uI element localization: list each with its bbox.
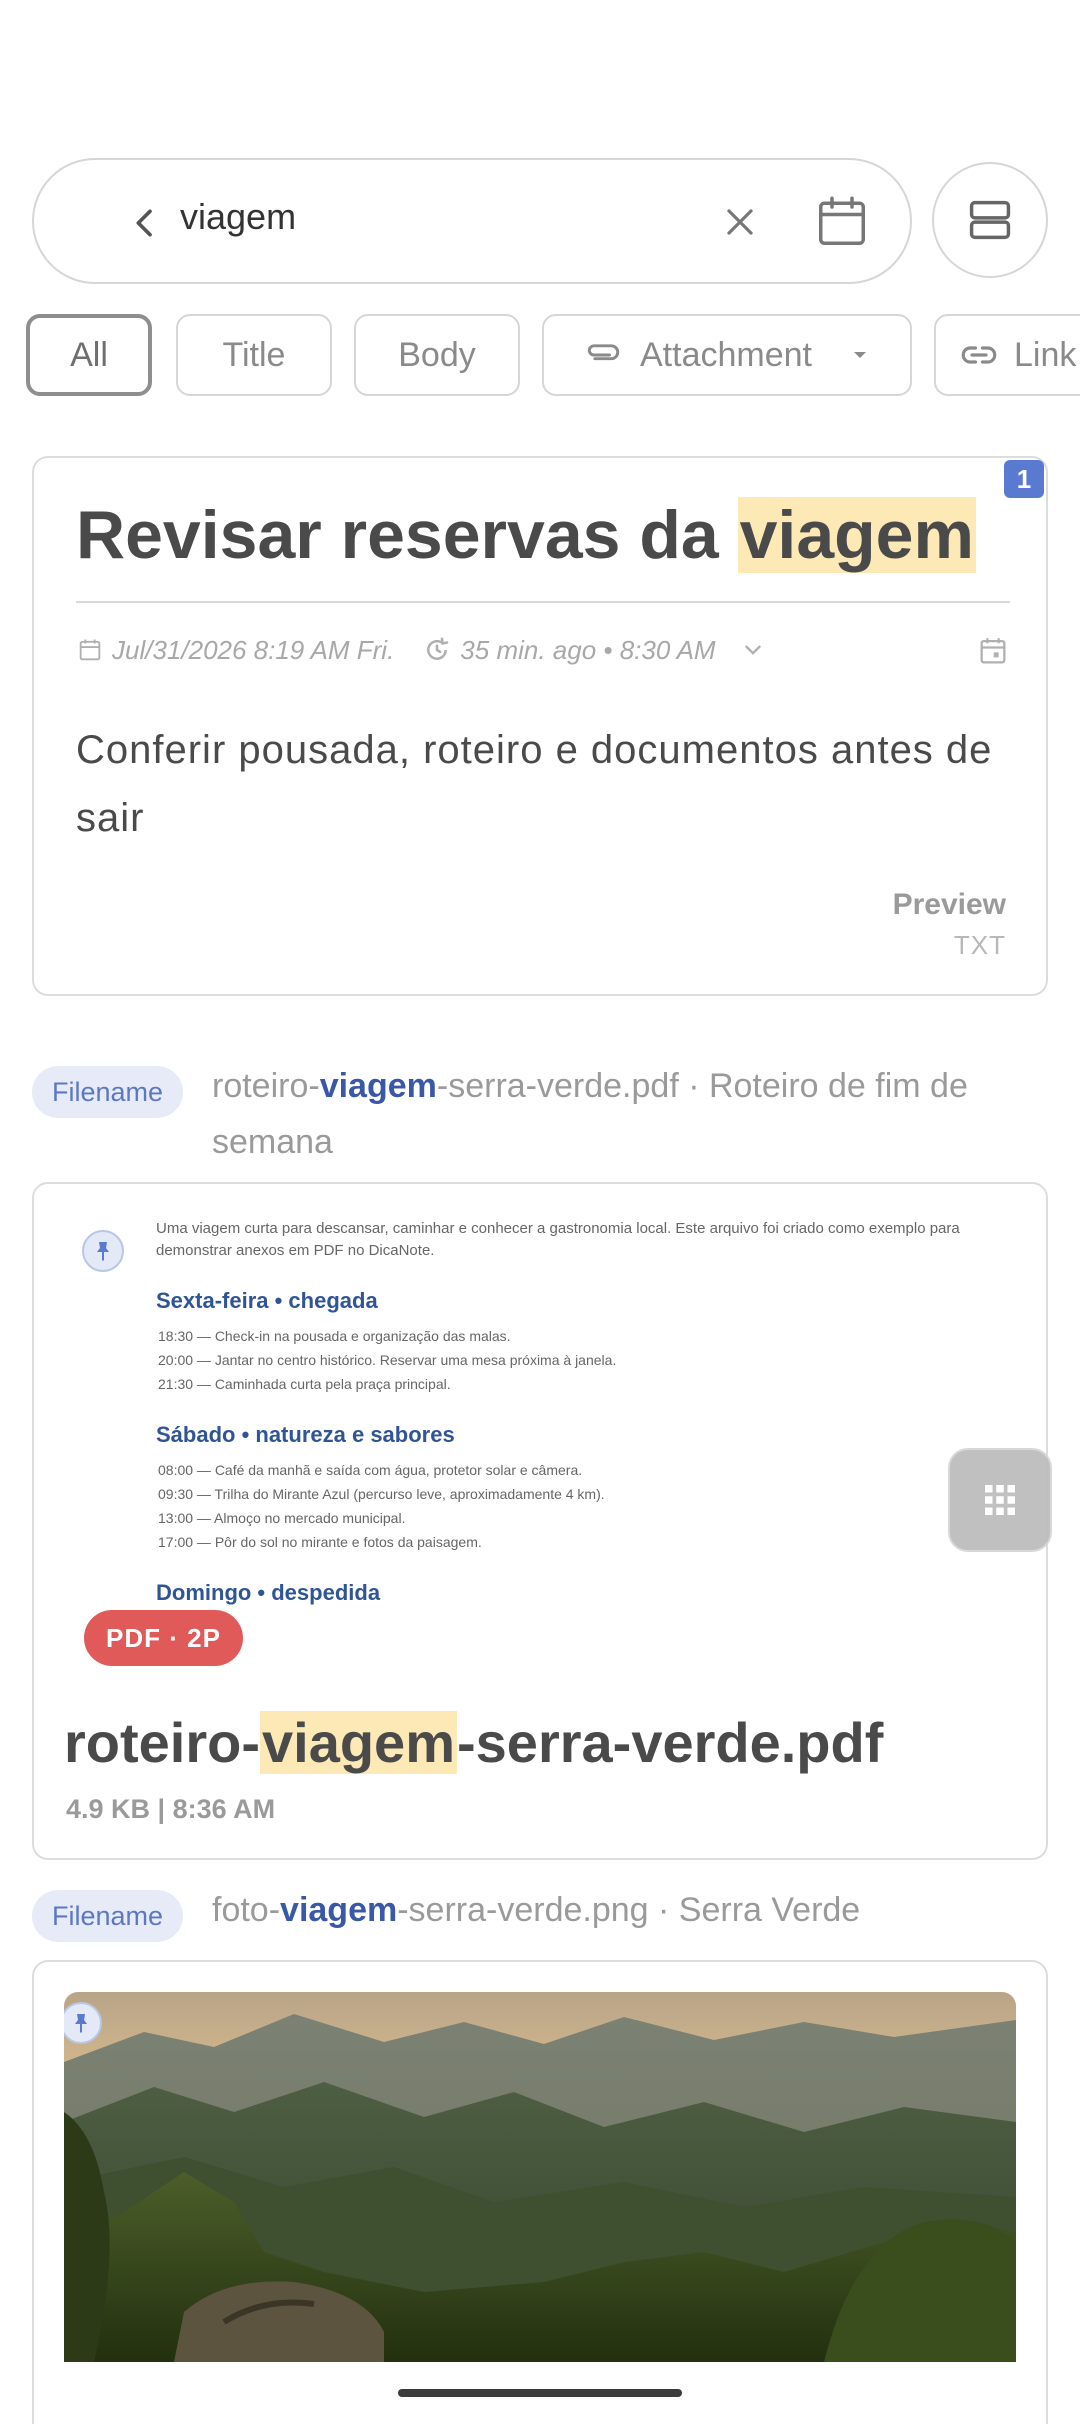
note-card[interactable]: 1 Revisar reservas da viagem Jul/31/2026… <box>32 456 1048 996</box>
photo-thumbnail[interactable] <box>64 1992 1016 2362</box>
preview-label[interactable]: Preview <box>893 888 1006 922</box>
attachment-filename: roteiro-viagem-serra-verde.pdf <box>64 1710 883 1775</box>
date-filter-button[interactable] <box>802 182 882 262</box>
match-text-before: foto- <box>212 1891 281 1929</box>
close-icon <box>727 209 753 235</box>
filter-chip-title[interactable]: Title <box>176 314 332 396</box>
filename-after: -serra-verde.pdf <box>457 1711 884 1774</box>
chip-label: Link <box>1014 335 1077 374</box>
pdf-line: 20:00 — Jantar no centro histórico. Rese… <box>158 1352 617 1368</box>
link-icon <box>958 334 1000 376</box>
pdf-line: 13:00 — Almoço no mercado municipal. <box>158 1510 406 1526</box>
filename-highlight: viagem <box>260 1711 457 1774</box>
match-text-after: -serra-verde.png · Serra Verde <box>397 1891 861 1929</box>
image-match-text: foto-viagem-serra-verde.png · Serra Verd… <box>212 1882 1062 1938</box>
pdf-section-heading: Sexta-feira • chegada <box>156 1288 378 1313</box>
event-calendar-icon[interactable] <box>976 634 1010 675</box>
note-body: Conferir pousada, roteiro e documentos a… <box>76 728 993 840</box>
filter-chip-body[interactable]: Body <box>354 314 520 396</box>
clear-search-button[interactable] <box>704 186 776 258</box>
pdf-line: 08:00 — Café da manhã e saída com água, … <box>158 1462 583 1478</box>
match-text-highlight: viagem <box>319 1067 437 1105</box>
filter-chip-link[interactable]: Link <box>934 314 1080 396</box>
pin-icon[interactable] <box>82 1230 124 1272</box>
pdf-type-pill: PDF · 2P <box>84 1610 243 1666</box>
paperclip-icon <box>582 333 626 377</box>
match-text-highlight: viagem <box>280 1891 398 1929</box>
note-meta: Jul/31/2026 8:19 AM Fri. 35 min. ago • 8… <box>76 630 1010 670</box>
pdf-line: 21:30 — Caminhada curta pela praça princ… <box>158 1376 451 1392</box>
pdf-line: 17:00 — Pôr do sol no mirante e fotos da… <box>158 1534 482 1550</box>
chip-label: Title <box>222 335 286 374</box>
filename-badge: Filename <box>32 1890 184 1942</box>
match-count-badge: 1 <box>1004 460 1044 498</box>
chip-label: All <box>70 335 108 374</box>
pdf-match-row: Filename roteiro-viagem-serra-verde.pdf … <box>32 1058 1048 1168</box>
pdf-preview[interactable]: Uma viagem curta para descansar, caminha… <box>34 1184 1046 1684</box>
chip-label: Body <box>398 335 476 374</box>
calendar-icon <box>819 196 865 245</box>
pdf-section-heading: Domingo • despedida <box>156 1580 381 1605</box>
pdf-match-text: roteiro-viagem-serra-verde.pdf · Roteiro… <box>212 1058 1062 1170</box>
pdf-intro-text: Uma viagem curta para descansar, caminha… <box>156 1220 960 1259</box>
note-title-text: Revisar reservas da <box>76 497 738 573</box>
pdf-document-preview: Uma viagem curta para descansar, caminha… <box>156 1218 976 1616</box>
pdf-line: 18:30 — Check-in na pousada e organizaçã… <box>158 1328 511 1344</box>
note-title-highlight: viagem <box>737 497 976 573</box>
image-match-row: Filename foto-viagem-serra-verde.png · S… <box>32 1882 1048 1952</box>
pdf-line: 09:30 — Trilha do Mirante Azul (percurso… <box>158 1486 605 1502</box>
chevron-left-icon <box>136 209 152 237</box>
pdf-section-heading: Sábado • natureza e sabores <box>156 1422 455 1447</box>
search-bar[interactable]: viagem <box>32 158 912 284</box>
created-date: Jul/31/2026 8:19 AM Fri. <box>112 634 395 665</box>
calendar-small-icon <box>76 636 104 664</box>
grid-icon <box>985 1485 1015 1515</box>
home-indicator[interactable] <box>398 2389 682 2397</box>
preview-type: TXT <box>953 930 1006 960</box>
image-attachment-card[interactable] <box>32 1960 1048 2424</box>
filter-chips: All Title Body Attachment Link <box>26 312 1080 398</box>
grid-view-button[interactable] <box>948 1448 1052 1552</box>
reminder-icon <box>422 635 452 665</box>
pdf-attachment-card[interactable]: Uma viagem curta para descansar, caminha… <box>32 1182 1048 1860</box>
filename-before: roteiro- <box>64 1711 260 1774</box>
title-divider <box>76 601 1010 603</box>
chip-label: Attachment <box>640 335 812 374</box>
expand-chevron-icon[interactable] <box>740 637 766 663</box>
view-agenda-icon <box>969 200 1011 240</box>
layout-toggle-button[interactable] <box>932 162 1048 278</box>
attachment-meta: 4.9 KB | 8:36 AM <box>66 1794 276 1824</box>
dropdown-caret-icon <box>848 343 872 367</box>
search-input[interactable]: viagem <box>180 196 296 238</box>
filter-chip-all[interactable]: All <box>26 314 152 396</box>
back-button[interactable] <box>110 188 180 258</box>
filter-chip-attachment[interactable]: Attachment <box>542 314 912 396</box>
reminder-time: 35 min. ago • 8:30 AM <box>460 634 716 665</box>
match-text-before: roteiro- <box>212 1067 320 1105</box>
note-title: Revisar reservas da viagem <box>76 496 976 574</box>
filename-badge: Filename <box>32 1066 184 1118</box>
